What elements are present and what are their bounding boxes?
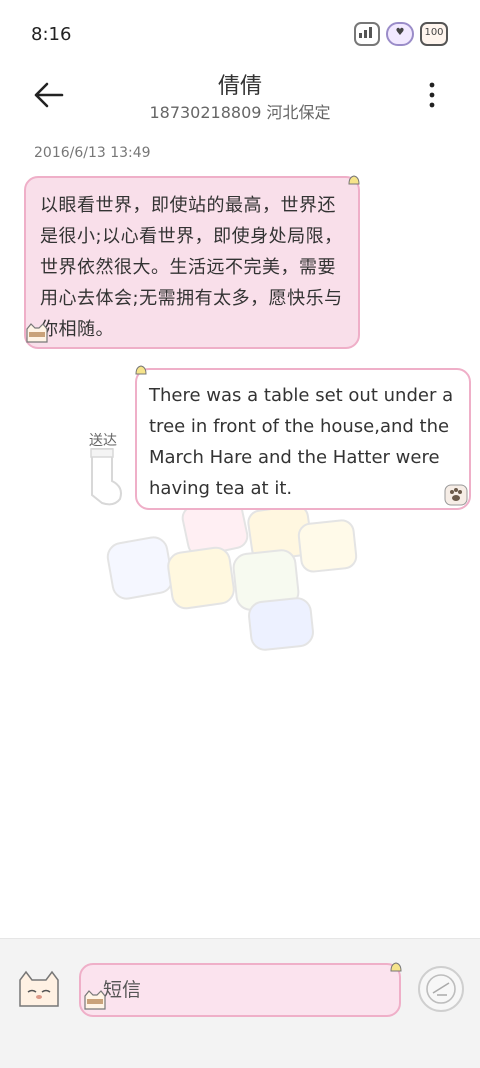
more-vertical-icon xyxy=(429,82,435,108)
quilt-decoration-icon xyxy=(106,497,358,651)
status-time: 8:16 xyxy=(31,24,72,45)
status-icons: ♥ 100 xyxy=(354,22,448,46)
incoming-message-bubble[interactable]: 以眼看世界，即使站的最高，世界还是很小;以心看世界，即使身处局限，世界依然很大。… xyxy=(24,176,360,349)
status-bar: 8:16 ♥ 100 xyxy=(0,0,480,66)
cat-avatar-icon[interactable] xyxy=(16,968,62,1010)
contact-detail: 18730218809 河北保定 xyxy=(149,103,331,122)
dog-100-icon: 100 xyxy=(420,22,448,46)
heart-battery-icon: ♥ xyxy=(386,22,414,46)
bell-icon xyxy=(390,962,402,972)
more-options-button[interactable] xyxy=(422,80,442,110)
paw-icon xyxy=(444,484,468,506)
send-icon xyxy=(418,966,464,1012)
conversation-header: 倩倩 18730218809 河北保定 xyxy=(0,66,480,130)
message-timestamp: 2016/6/13 13:49 xyxy=(34,145,151,161)
signal-icon xyxy=(354,22,380,46)
bell-icon xyxy=(348,175,360,185)
sms-input[interactable]: 短信 xyxy=(79,963,401,1017)
outgoing-message-text: There was a table set out under a tree i… xyxy=(149,385,454,499)
message-composer: 短信 xyxy=(0,938,480,1068)
bell-icon xyxy=(135,365,147,375)
delivery-status: 送达 xyxy=(89,433,117,449)
contact-name[interactable]: 倩倩 xyxy=(0,68,480,100)
send-button[interactable] xyxy=(417,965,465,1013)
cat-sticker-icon xyxy=(84,990,106,1010)
incoming-message-text: 以眼看世界，即使站的最高，世界还是很小;以心看世界，即使身处局限，世界依然很大。… xyxy=(40,195,343,340)
cat-sticker-icon xyxy=(26,323,48,343)
outgoing-message-bubble[interactable]: There was a table set out under a tree i… xyxy=(135,368,471,510)
